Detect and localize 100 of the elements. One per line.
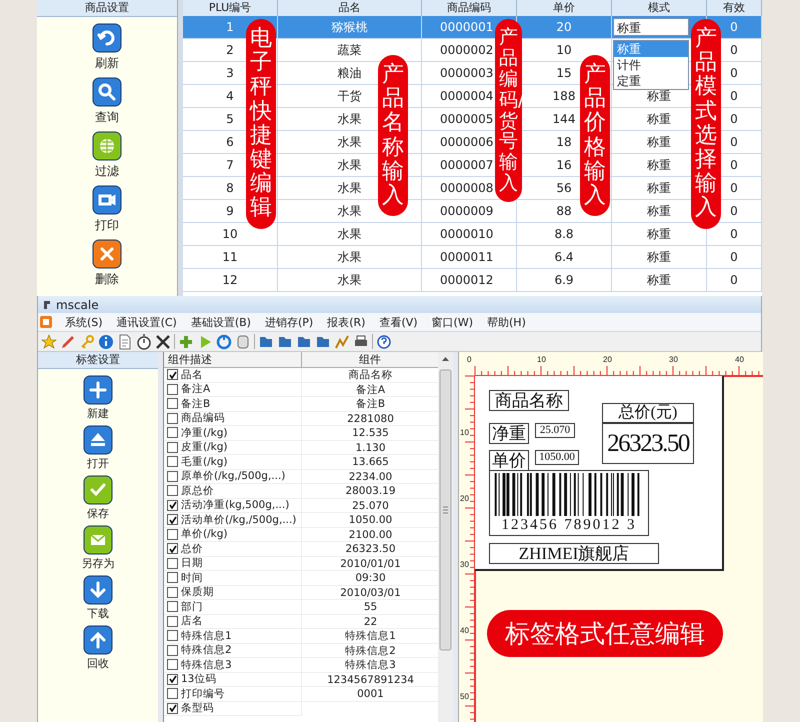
sidebar-button[interactable]: 另存为	[82, 525, 114, 571]
checkbox[interactable]	[167, 572, 178, 584]
table-cell: 品名	[181, 368, 203, 382]
column-header[interactable]: 模式	[612, 0, 707, 17]
column-header[interactable]: 组件描述	[164, 352, 302, 368]
table-cell: 13.665	[352, 456, 389, 468]
table-cell: 26323.50	[345, 543, 396, 555]
ruler-number: 10	[460, 428, 469, 437]
table-cell: 0	[730, 250, 738, 264]
table-cell: 称重	[647, 158, 671, 172]
checkbox[interactable]	[167, 384, 178, 395]
checkbox[interactable]	[167, 485, 178, 496]
dropdown-option[interactable]: 定重	[614, 73, 688, 89]
table-cell: 0	[730, 20, 738, 34]
table-cell: 称重	[647, 112, 671, 126]
table-cell: 备注A	[356, 384, 386, 396]
checkbox[interactable]	[167, 369, 178, 380]
menu-item[interactable]: 进销存(P)	[264, 314, 314, 330]
sidebar-button[interactable]: 回收	[83, 625, 113, 671]
table-cell: 4	[226, 89, 234, 103]
help-icon[interactable]	[376, 334, 392, 350]
checkbox[interactable]	[167, 630, 178, 642]
stopwatch-icon[interactable]	[136, 334, 152, 350]
table-cell: 店名	[181, 614, 203, 628]
menu-item[interactable]: 帮助(H)	[486, 314, 527, 330]
checkbox[interactable]	[167, 601, 178, 612]
menu-item[interactable]: 基础设置(B)	[190, 314, 252, 330]
table-cell: 0001	[357, 688, 384, 700]
table-cell: 144	[552, 112, 576, 126]
table-cell: 粮油	[338, 66, 362, 80]
table-cell: 特殊信息1	[181, 628, 232, 643]
checkbox[interactable]	[167, 616, 178, 627]
sidebar-button[interactable]: 下载	[83, 575, 113, 621]
table-cell: 水果	[338, 250, 362, 264]
checkbox[interactable]	[167, 644, 178, 656]
ruler-number: 30	[669, 355, 678, 364]
menu-item[interactable]: 窗口(W)	[430, 314, 474, 330]
table-cell: 2	[226, 43, 234, 57]
column-header[interactable]: 品名	[278, 0, 422, 17]
checkbox[interactable]	[167, 558, 178, 569]
mode-dropdown[interactable]: 称重	[613, 18, 689, 36]
checkbox[interactable]	[167, 674, 178, 685]
document-icon[interactable]	[117, 334, 133, 350]
sidebar-button[interactable]: 打开	[83, 425, 113, 471]
checkbox[interactable]	[167, 398, 178, 410]
sidebar-button[interactable]: 保存	[83, 475, 113, 521]
checkbox[interactable]	[167, 500, 178, 511]
sidebar-button[interactable]: 查询	[92, 77, 122, 126]
table-cell: 10	[222, 227, 238, 241]
label-field: 总价(元)	[602, 403, 694, 423]
menu-item[interactable]: 系统(S)	[64, 314, 104, 330]
sidebar-button[interactable]: 过滤	[92, 131, 122, 180]
checkbox[interactable]	[167, 688, 178, 700]
menu-item[interactable]: 通讯设置(C)	[116, 314, 178, 330]
sidebar-button[interactable]: 打印	[92, 185, 122, 234]
table-cell: 25.070	[352, 500, 389, 512]
menu-item[interactable]: 报表(R)	[326, 314, 366, 330]
table-cell: 0000001	[440, 20, 494, 34]
checkbox[interactable]	[167, 586, 178, 598]
table-cell: 20	[556, 20, 572, 34]
checkbox[interactable]	[167, 543, 178, 554]
table-cell: 条型码	[181, 701, 214, 716]
sidebar-button[interactable]: 删除	[92, 239, 122, 288]
sidebar-button[interactable]: 刷新	[92, 23, 122, 72]
table-cell: 0000006	[440, 135, 494, 149]
table-cell: 称重	[647, 273, 671, 287]
column-header[interactable]: PLU编号	[183, 0, 278, 17]
menu-item[interactable]: 查看(V)	[378, 314, 419, 330]
window-title: mscale	[56, 298, 99, 312]
callout-label: 电子秤快捷键编辑	[246, 19, 276, 228]
checkbox[interactable]	[167, 442, 178, 453]
table-cell: 0000004	[440, 89, 494, 103]
checkbox[interactable]	[167, 659, 178, 670]
table-cell: 2010/03/01	[340, 586, 401, 598]
checkbox[interactable]	[167, 456, 178, 468]
plus-icon[interactable]	[178, 334, 194, 350]
table-cell: 特殊信息1	[345, 630, 396, 642]
info-icon[interactable]	[98, 334, 114, 350]
checkbox[interactable]	[167, 470, 178, 482]
panel-title: 商品设置	[37, 0, 177, 17]
table-cell: 0	[730, 112, 738, 126]
table-cell: 22	[364, 616, 378, 628]
refresh-icon[interactable]	[216, 334, 232, 350]
checkbox[interactable]	[167, 528, 178, 540]
dropdown-option[interactable]: 计件	[614, 57, 688, 73]
table-cell: 特殊信息2	[181, 643, 232, 658]
column-header[interactable]: 商品编码	[422, 0, 517, 17]
checkbox[interactable]	[167, 427, 178, 438]
column-header[interactable]: 有效	[707, 0, 762, 17]
table-cell: 12	[222, 273, 238, 287]
checkbox[interactable]	[167, 412, 178, 424]
star-icon[interactable]	[41, 334, 57, 350]
sidebar-button[interactable]: 新建	[83, 375, 113, 421]
column-header[interactable]: 单价	[517, 0, 612, 17]
checkbox[interactable]	[167, 514, 178, 526]
ruler-number: 10	[537, 355, 546, 364]
checkbox[interactable]	[167, 702, 178, 714]
column-header[interactable]: 组件	[302, 352, 438, 368]
table-cell: 皮重(/kg)	[181, 440, 228, 454]
ruler-number: 30	[460, 560, 469, 569]
